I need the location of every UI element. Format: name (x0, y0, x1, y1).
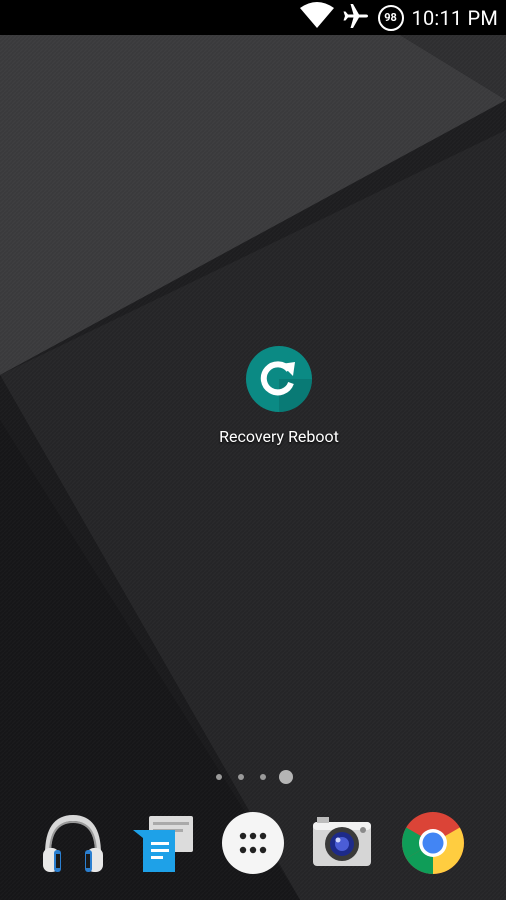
page-dot-2[interactable] (238, 774, 244, 780)
page-indicator (216, 770, 293, 784)
battery-level: 98 (384, 11, 397, 24)
airplane-mode-icon (342, 2, 370, 34)
messaging-icon[interactable] (131, 810, 197, 876)
page-dot-1[interactable] (216, 774, 222, 780)
page-dot-4-active[interactable] (279, 770, 293, 784)
page-dot-3[interactable] (260, 774, 266, 780)
all-apps-icon[interactable] (220, 810, 286, 876)
wallpaper (0, 0, 506, 900)
app-label: Recovery Reboot (219, 427, 339, 446)
status-bar: 98 10:11 PM (0, 0, 506, 35)
dock (0, 810, 506, 876)
chrome-icon[interactable] (400, 810, 466, 876)
clock: 10:11 PM (411, 5, 498, 30)
recovery-reboot-icon (245, 345, 313, 413)
battery-icon: 98 (377, 4, 404, 31)
camera-icon[interactable] (309, 810, 375, 876)
app-recovery-reboot[interactable]: Recovery Reboot (209, 345, 349, 446)
wifi-icon (299, 1, 334, 34)
music-headphones-icon[interactable] (40, 810, 106, 876)
